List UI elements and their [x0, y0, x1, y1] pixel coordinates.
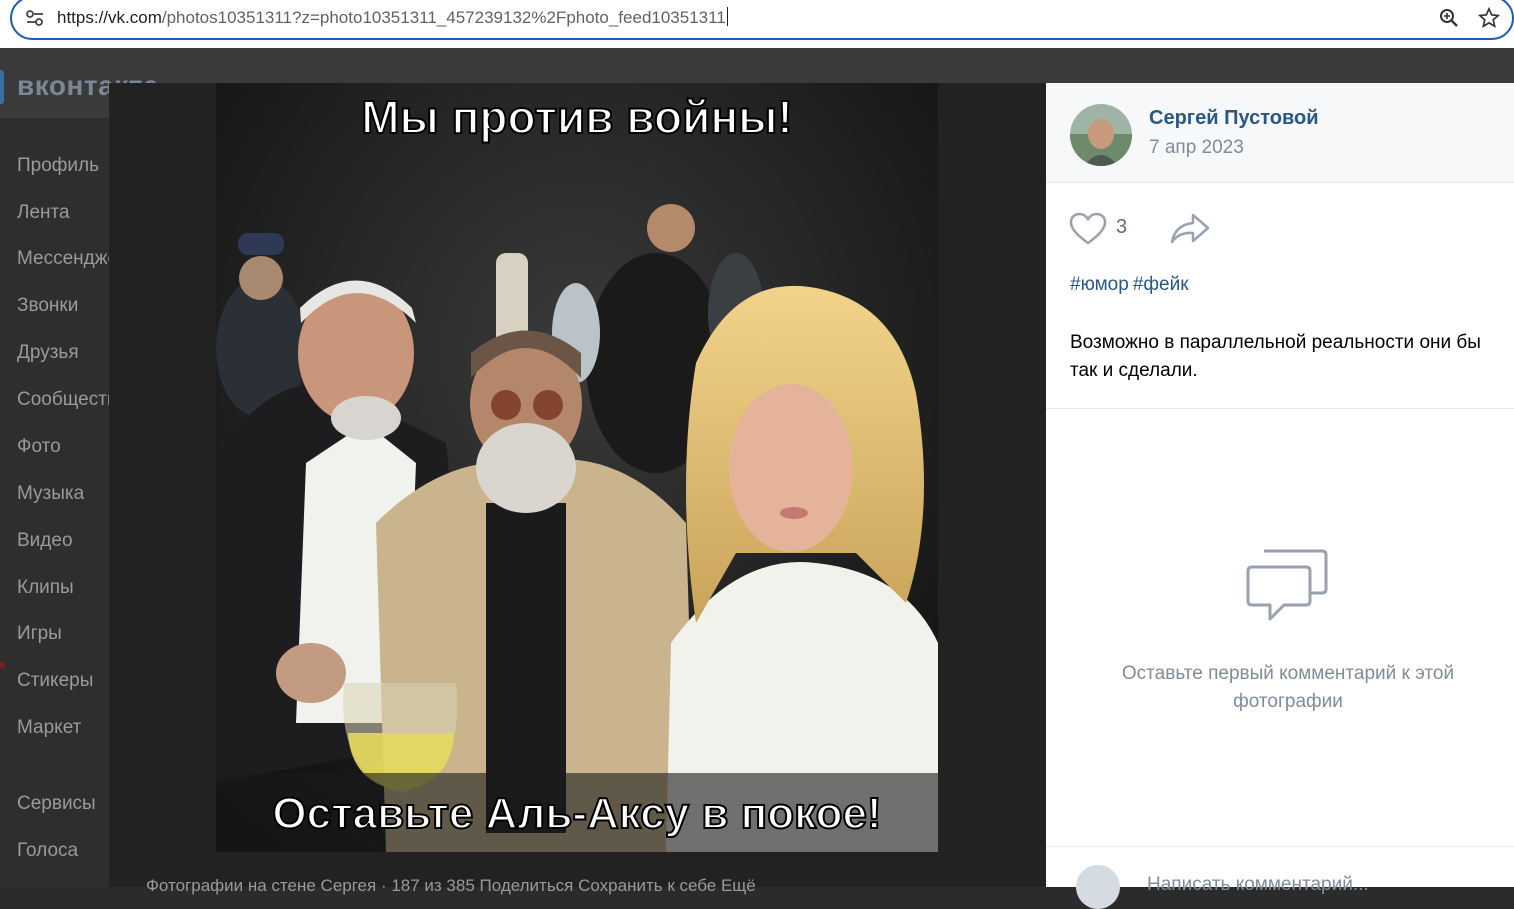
photo-description: Возможно в параллельной реальности они б… — [1070, 332, 1481, 381]
sidebar-item[interactable]: Лента — [17, 202, 110, 224]
tune-icon[interactable] — [24, 7, 46, 29]
comments-icon — [1246, 549, 1328, 621]
url-host: https://vk.com — [57, 8, 162, 27]
avatar[interactable] — [1070, 104, 1132, 166]
url-path: /photos10351311?z=photo10351311_45723913… — [161, 8, 726, 27]
sidebar-item[interactable]: Видео — [17, 530, 110, 552]
star-icon[interactable] — [1478, 7, 1500, 29]
photo-info-panel: Сергей Пустовой 7 апр 2023 3 #юмор #фейк … — [1046, 83, 1514, 909]
sidebar-item[interactable]: Музыка — [17, 483, 110, 505]
photo-image: Мы против войны! Оставьте Аль-Аксу в пок… — [216, 83, 938, 852]
sidebar-item[interactable]: Мессенджер — [17, 248, 110, 270]
like-count[interactable]: 3 — [1116, 216, 1127, 239]
empty-comments-text: Оставьте первый комментарий к этой фотог… — [1121, 663, 1455, 712]
browser-toolbar: https://vk.com/photos10351311?z=photo103… — [0, 0, 1514, 48]
sidebar-item[interactable]: Профиль — [17, 155, 110, 177]
divider — [1046, 408, 1514, 409]
sidebar-item[interactable]: Голоса — [17, 840, 110, 862]
post-date[interactable]: 7 апр 2023 — [1149, 137, 1244, 159]
sidebar-item[interactable]: Маркет — [17, 717, 110, 739]
top-caption: Мы против войны! — [361, 91, 793, 143]
share-icon[interactable] — [1169, 212, 1211, 246]
address-bar[interactable]: https://vk.com/photos10351311?z=photo103… — [10, 0, 1514, 40]
photo[interactable]: Мы против войны! Оставьте Аль-Аксу в пок… — [216, 83, 938, 852]
sidebar-item[interactable]: Звонки — [17, 295, 110, 317]
sidebar-item[interactable]: Сообщества — [17, 389, 110, 411]
tag-humor[interactable]: #юмор — [1070, 274, 1129, 295]
hashtags: #юмор #фейк — [1070, 274, 1193, 296]
text-caret — [726, 7, 728, 26]
bottom-caption: Оставьте Аль-Аксу в покое! — [272, 789, 881, 838]
tag-fake[interactable]: #фейк — [1133, 274, 1189, 295]
avatar-image — [1070, 104, 1132, 166]
sidebar-item[interactable]: Клипы — [17, 577, 110, 599]
heart-icon[interactable] — [1069, 212, 1107, 246]
zoom-icon[interactable] — [1438, 7, 1460, 29]
vk-logo-icon — [0, 70, 4, 104]
sidebar-item[interactable]: Стикеры — [17, 670, 110, 692]
url-text[interactable]: https://vk.com/photos10351311?z=photo103… — [57, 7, 728, 28]
user-avatar — [1076, 865, 1120, 909]
sidebar-item[interactable]: Друзья — [17, 342, 110, 364]
sidebar-item[interactable]: Фото — [17, 436, 110, 458]
viewer-footer[interactable]: Фотографии на стене Сергея · 187 из 385 … — [146, 876, 756, 896]
author-name[interactable]: Сергей Пустовой — [1149, 107, 1319, 130]
comment-input[interactable]: Написать комментарий... — [1147, 874, 1369, 896]
sidebar-item[interactable]: Игры — [17, 623, 110, 645]
notification-dot — [0, 662, 5, 669]
sidebar-item[interactable]: Сервисы — [17, 793, 110, 815]
divider — [1046, 846, 1514, 847]
